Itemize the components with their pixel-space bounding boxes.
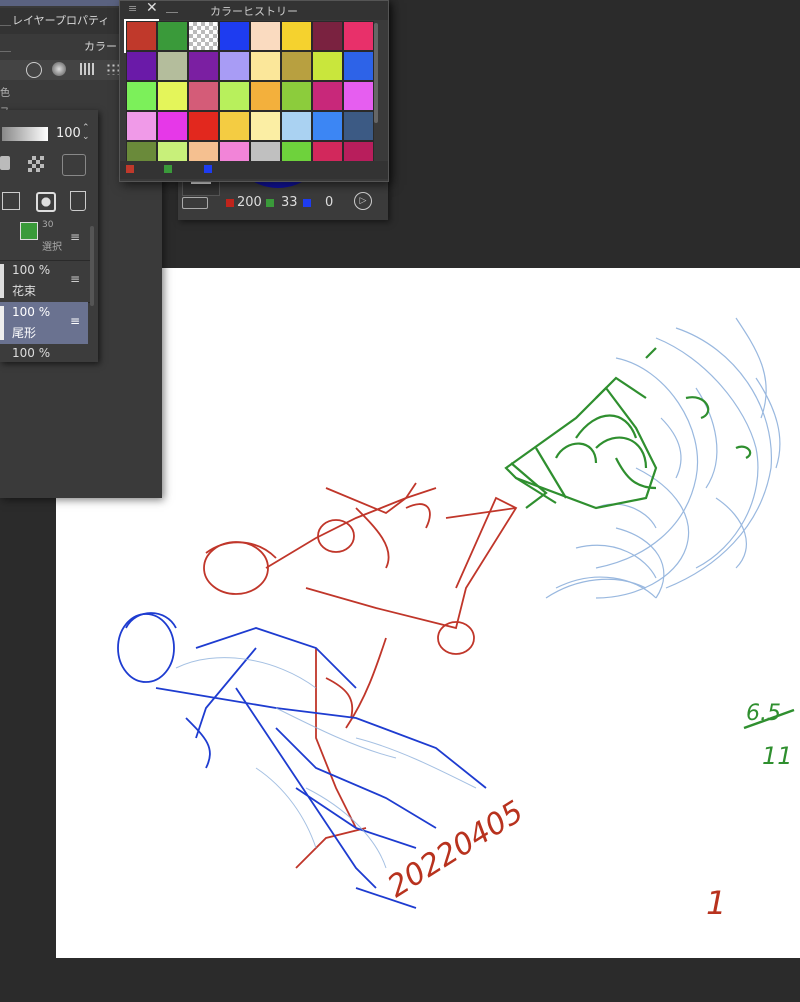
blue-channel-icon (303, 199, 311, 207)
rgb-readout: 200 33 0 ▷ (178, 192, 388, 212)
layer-opacity: 100 % (12, 305, 51, 319)
color-swatch[interactable] (188, 51, 219, 81)
layer-row-selected[interactable]: 100 % 尾形 ≡ (0, 302, 88, 344)
red-value[interactable]: 200 (237, 195, 262, 210)
soft-tip-icon[interactable] (52, 62, 66, 76)
color-swatch[interactable] (281, 21, 312, 51)
texture-tip-icon[interactable] (80, 63, 94, 75)
tab-color[interactable]: カラー (84, 36, 117, 58)
lock-transparent-icon[interactable] (28, 156, 44, 172)
color-swatch[interactable] (124, 19, 159, 53)
new-layer-icon[interactable] (2, 192, 20, 210)
layer-color-thumbnail (20, 222, 38, 240)
layer-menu-icon[interactable]: ≡ (70, 230, 80, 244)
menu-icon[interactable]: ≡ (128, 2, 137, 15)
layer-opacity: 100 % (12, 263, 51, 277)
color-swatch[interactable] (343, 111, 374, 141)
color-label: 色 (0, 88, 10, 99)
layer-action-row (0, 190, 98, 216)
mask-icon[interactable] (36, 192, 56, 212)
red-channel-icon (226, 199, 234, 207)
circle-tip-icon[interactable] (26, 62, 42, 78)
lock-row (0, 154, 98, 180)
color-swatch[interactable] (312, 81, 343, 111)
color-history-panel: ≡ ✕ ＿ カラーヒストリー (119, 0, 389, 182)
color-swatch[interactable] (343, 21, 374, 51)
layer-scrollbar[interactable] (90, 226, 94, 306)
layer-menu-icon[interactable]: ≡ (70, 314, 80, 328)
color-swatch[interactable] (126, 51, 157, 81)
color-swatch[interactable] (250, 111, 281, 141)
color-swatch[interactable] (281, 81, 312, 111)
color-swatch[interactable] (219, 21, 250, 51)
side-note-bottom: 11 (762, 742, 793, 770)
close-icon[interactable]: ✕ (146, 0, 158, 16)
color-swatch[interactable] (281, 51, 312, 81)
swatch-grid (124, 19, 376, 171)
layer-row[interactable]: 30 選択 ≡ (0, 218, 90, 261)
current-green-swatch (164, 165, 172, 173)
color-swatch[interactable] (312, 111, 343, 141)
color-swatch[interactable] (219, 111, 250, 141)
opacity-stepper-icon[interactable]: ⌃ ⌄ (82, 124, 90, 142)
drawing-canvas[interactable]: 20220405 6.5 11 1 (56, 268, 800, 958)
color-swatch[interactable] (188, 81, 219, 111)
color-swatch[interactable] (157, 21, 188, 51)
color-swatch[interactable] (157, 51, 188, 81)
minimize-icon[interactable]: ＿ (166, 0, 178, 15)
history-footer (120, 161, 388, 179)
minimize-icon-2[interactable]: ＿ (0, 36, 11, 58)
color-swatch[interactable] (157, 111, 188, 141)
layer-opacity: 30 (42, 220, 54, 230)
layer-name: 選択 (42, 242, 62, 253)
reference-layer-icon[interactable] (62, 154, 86, 176)
color-swatch[interactable] (219, 81, 250, 111)
sketch-artwork: 20220405 6.5 11 1 (117, 317, 795, 922)
color-swatch[interactable] (312, 21, 343, 51)
color-swatch[interactable] (126, 111, 157, 141)
color-history-title: カラーヒストリー (210, 5, 298, 18)
dotted-tip-icon[interactable] (106, 63, 120, 75)
page-mark: 1 (706, 884, 726, 922)
color-swatch[interactable] (343, 81, 374, 111)
green-value[interactable]: 33 (281, 195, 298, 210)
lock-icon[interactable] (0, 156, 10, 170)
color-swatch[interactable] (312, 51, 343, 81)
minimize-icon[interactable]: ＿ (0, 8, 11, 34)
opacity-value[interactable]: 100 (56, 126, 81, 141)
layer-name: 花束 (12, 284, 37, 298)
history-scrollbar[interactable] (374, 23, 378, 123)
trash-icon[interactable] (70, 191, 86, 211)
layer-list: 30 選択 ≡ 100 % 花束 ≡ 100 % 尾形 ≡ 100 % (0, 218, 90, 362)
date-signature: 20220405 (382, 794, 530, 905)
opacity-slider[interactable] (2, 127, 48, 141)
play-icon[interactable]: ▷ (354, 192, 372, 210)
color-swatch[interactable] (250, 21, 281, 51)
green-channel-icon (266, 199, 274, 207)
layer-row[interactable]: 100 % 花束 ≡ (0, 260, 90, 303)
current-red-swatch (126, 165, 134, 173)
opacity-row: 100 ⌃ ⌄ (0, 124, 98, 146)
color-swatch[interactable] (126, 81, 157, 111)
layer-name: 尾形 (12, 326, 37, 340)
color-swatch[interactable] (250, 51, 281, 81)
layer-thumbnail (0, 264, 4, 298)
layer-thumbnail (0, 306, 4, 340)
color-history-titlebar: ≡ ✕ ＿ カラーヒストリー (120, 0, 388, 20)
color-swatch[interactable] (343, 51, 374, 81)
color-swatch[interactable] (188, 111, 219, 141)
layer-opacity: 100 % (12, 346, 51, 360)
layer-row[interactable]: 100 % (0, 344, 90, 362)
color-swatch[interactable] (188, 21, 219, 51)
blue-value[interactable]: 0 (325, 195, 333, 210)
stroke-preview-icon[interactable] (182, 197, 208, 209)
color-swatch[interactable] (250, 81, 281, 111)
layer-panel: 100 ⌃ ⌄ 30 選択 ≡ 100 % 花束 ≡ 100 % 尾形 ≡ 10… (0, 110, 98, 362)
current-blue-swatch (204, 165, 212, 173)
color-swatch[interactable] (219, 51, 250, 81)
layer-property-title: レイヤープロパティ (12, 14, 110, 27)
layer-menu-icon[interactable]: ≡ (70, 272, 80, 286)
color-swatch[interactable] (157, 81, 188, 111)
color-swatch[interactable] (281, 111, 312, 141)
